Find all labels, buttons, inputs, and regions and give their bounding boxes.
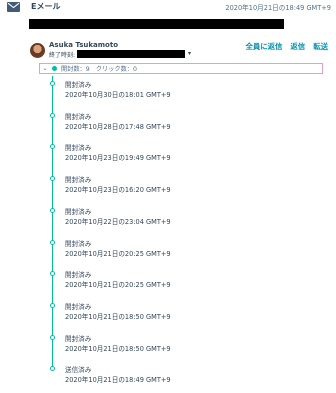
event-status: 開封済み: [65, 240, 92, 248]
timeline-event: 開封済み 2020年10月21日の20:25 GMT+9: [0, 269, 336, 289]
recipient-label: 終了時刻:: [49, 51, 76, 59]
timeline-node-icon: [50, 208, 55, 213]
timeline-node-icon: [50, 366, 55, 371]
event-time: 2020年10月21日の18:50 GMT+9: [65, 313, 171, 321]
timeline-event: 開封済み 2020年10月21日の18:50 GMT+9: [0, 333, 336, 353]
page-title: Eメール: [31, 2, 61, 11]
event-status: 送信済み: [65, 366, 92, 374]
event-time: 2020年10月22日の23:04 GMT+9: [65, 218, 171, 226]
event-time: 2020年10月23日の16:20 GMT+9: [65, 186, 171, 194]
event-time: 2020年10月21日の20:25 GMT+9: [65, 281, 171, 289]
timeline-node-icon: [50, 335, 55, 340]
chevron-down-icon[interactable]: ⌄: [41, 65, 49, 72]
event-time: 2020年10月28日の17:48 GMT+9: [65, 123, 171, 131]
event-status: 開封済み: [65, 271, 92, 279]
timeline-event: 開封済み 2020年10月23日の16:20 GMT+9: [0, 174, 336, 194]
event-status: 開封済み: [65, 113, 92, 121]
timeline-event: 開封済み 2020年10月21日の18:50 GMT+9: [0, 301, 336, 321]
redacted-subject: [29, 19, 284, 29]
forward-button[interactable]: 転送: [313, 41, 328, 52]
event-status: 開封済み: [65, 208, 92, 216]
stats-summary: 開封数：9 クリック数：0: [61, 66, 137, 73]
redacted-recipient: [77, 50, 186, 58]
timeline-node-icon: [50, 271, 55, 276]
event-status: 開封済み: [65, 144, 92, 152]
event-time: 2020年10月21日の20:25 GMT+9: [65, 250, 171, 258]
event-time: 2020年10月30日の18:01 GMT+9: [65, 91, 171, 99]
timeline-event: 開封済み 2020年10月28日の17:48 GMT+9: [0, 111, 336, 131]
recipient-row[interactable]: 終了時刻: ▾: [49, 50, 191, 59]
timeline-event: 開封済み 2020年10月22日の23:04 GMT+9: [0, 206, 336, 226]
engagement-stats[interactable]: ⌄ 開封数：9 クリック数：0: [39, 63, 323, 74]
email-actions: 全員に返信 返信 転送: [245, 41, 328, 52]
timeline-event: 開封済み 2020年10月21日の20:25 GMT+9: [0, 238, 336, 258]
timeline-node-icon: [50, 144, 55, 149]
email-date: 2020年10月21日の18:49 GMT+9: [225, 4, 331, 12]
reply-all-button[interactable]: 全員に返信: [245, 41, 282, 52]
chevron-down-icon[interactable]: ▾: [188, 50, 191, 58]
status-dot-icon: [52, 66, 57, 71]
mail-icon: [7, 2, 20, 12]
event-time: 2020年10月21日の18:49 GMT+9: [65, 376, 171, 384]
timeline-event: 開封済み 2020年10月23日の19:49 GMT+9: [0, 142, 336, 162]
event-status: 開封済み: [65, 303, 92, 311]
event-time: 2020年10月21日の18:50 GMT+9: [65, 345, 171, 353]
event-status: 開封済み: [65, 335, 92, 343]
reply-button[interactable]: 返信: [290, 41, 305, 52]
sender-name[interactable]: Asuka Tsukamoto: [49, 41, 118, 49]
avatar[interactable]: [30, 43, 45, 58]
event-status: 開封済み: [65, 176, 92, 184]
timeline-event: 開封済み 2020年10月30日の18:01 GMT+9: [0, 79, 336, 99]
timeline-node-icon: [50, 113, 55, 118]
timeline-node-icon: [50, 81, 55, 86]
timeline-node-icon: [50, 303, 55, 308]
event-status: 開封済み: [65, 81, 92, 89]
event-time: 2020年10月23日の19:49 GMT+9: [65, 154, 171, 162]
timeline-node-icon: [50, 240, 55, 245]
email-header: Eメール 2020年10月21日の18:49 GMT+9: [0, 0, 336, 14]
timeline-event: 送信済み 2020年10月21日の18:49 GMT+9: [0, 364, 336, 384]
timeline-node-icon: [50, 176, 55, 181]
